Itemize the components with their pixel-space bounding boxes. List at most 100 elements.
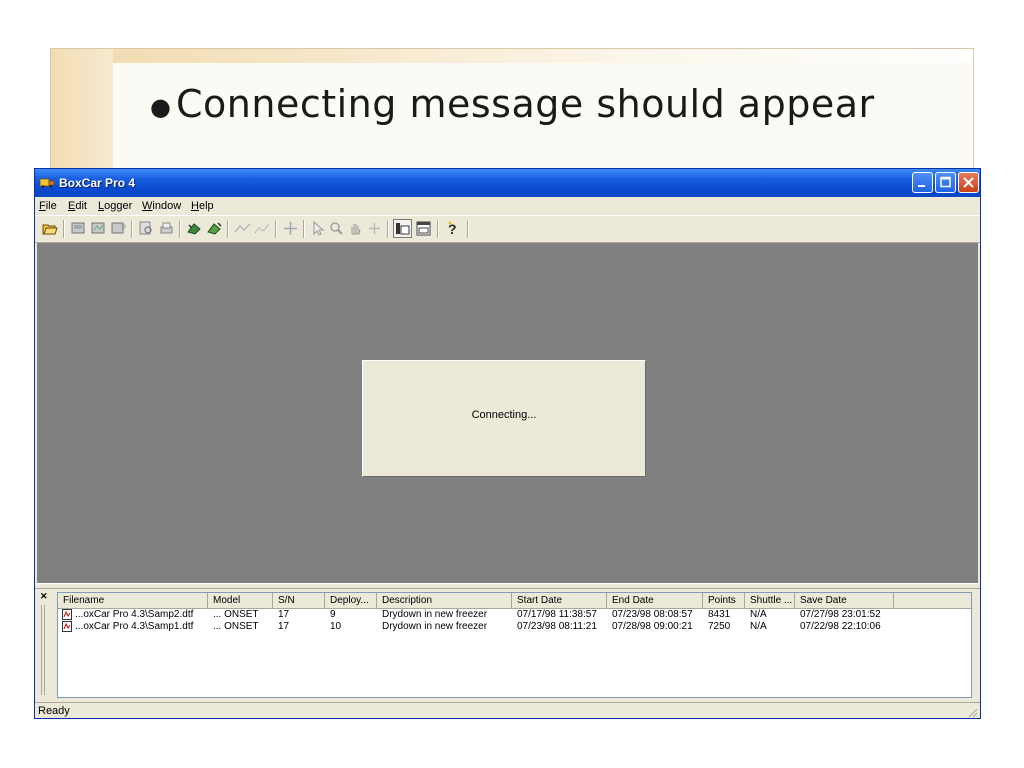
logger-readout-button[interactable] [89,219,108,238]
toolbar-separator [467,220,469,238]
toolbar-separator [227,220,229,238]
cell-shuttle: N/A [750,609,767,620]
slide-top-band [113,49,973,63]
menu-help[interactable]: Help [191,200,214,212]
table-row[interactable]: ...oxCar Pro 4.3\Samp1.dtf ... ONSET 17 … [58,621,971,633]
menu-file-label: ile [45,200,57,212]
resize-grip-icon[interactable] [966,706,978,718]
table-row[interactable]: ...oxCar Pro 4.3\Samp2.dtf ... ONSET 17 … [58,609,971,621]
tile-button[interactable] [414,219,433,238]
readout-icon [207,222,222,235]
maximize-button[interactable] [935,172,956,193]
connecting-dialog: Connecting... [362,360,646,477]
readout-button[interactable] [205,219,224,238]
menu-window[interactable]: Window [142,200,181,212]
line-plot-button[interactable] [233,219,252,238]
column-header-end-date[interactable]: End Date [607,593,703,608]
column-header-description[interactable]: Description [377,593,512,608]
print-preview-button[interactable] [137,219,156,238]
slide-left-band [51,49,113,179]
grip-line [44,605,45,695]
minimize-button[interactable] [912,172,933,193]
print-icon [160,222,173,234]
add-button[interactable] [365,219,384,238]
connecting-message: Connecting... [471,409,537,421]
toolbar-separator [179,220,181,238]
logger-icon [71,222,85,234]
scatter-plot-button[interactable] [253,219,272,238]
toolbar: ? ? [35,215,980,243]
print-button[interactable] [157,219,176,238]
menu-edit-label: dit [75,200,87,212]
menu-help-label: elp [198,200,214,212]
help-icon: ? [448,221,457,237]
cell-sn: 17 [278,609,290,620]
title-bar[interactable]: BoxCar Pro 4 [35,169,980,197]
column-header-shuttle[interactable]: Shuttle ... [745,593,795,608]
close-button[interactable] [958,172,979,193]
logger-status-button[interactable]: ? [109,219,128,238]
column-header-save-date[interactable]: Save Date [795,593,894,608]
column-header-deploy[interactable]: Deploy... [325,593,377,608]
open-button[interactable] [40,219,59,238]
svg-text:?: ? [121,223,126,233]
toolbar-separator [303,220,305,238]
crosshair-icon [284,222,297,235]
column-header-start-date[interactable]: Start Date [512,593,607,608]
list-header: Filename Model S/N Deploy... Description… [58,593,971,609]
bullet-dot-icon: ● [150,92,172,121]
toolbar-separator [387,220,389,238]
menu-window-accelerator: W [142,200,153,212]
details-pane-button[interactable] [393,219,412,238]
cell-start-date: 07/23/98 08:11:21 [517,621,597,632]
pane-grip: ✕ [37,589,51,701]
column-header-filename[interactable]: Filename [58,593,208,608]
pointer-icon [313,220,325,236]
cell-filename: ...oxCar Pro 4.3\Samp1.dtf [75,621,194,632]
zoom-preview-icon [139,221,152,235]
crosshair-button[interactable] [281,219,300,238]
cell-save-date: 07/22/98 22:10:06 [800,621,881,632]
close-pane-icon[interactable]: ✕ [40,591,48,602]
status-text: Ready [38,705,70,717]
grip-line [41,605,42,695]
menu-edit[interactable]: Edit [68,200,87,212]
status-bar: Ready [35,702,980,718]
cell-model: ... ONSET [213,609,259,620]
column-header-model[interactable]: Model [208,593,273,608]
scatter-icon [254,223,270,234]
menu-help-accelerator: H [191,200,199,212]
slide-bullet: ● Connecting message should appear [150,82,875,126]
minimize-icon [918,185,925,187]
cell-end-date: 07/28/98 09:00:21 [612,621,693,632]
close-icon [963,177,974,188]
cell-sn: 17 [278,621,290,632]
menu-logger[interactable]: Logger [98,200,132,212]
column-header-points[interactable]: Points [703,593,745,608]
menu-bar: File Edit Logger Window Help [35,197,980,215]
details-pane-icon [396,223,410,235]
mdi-workspace: Connecting... [37,243,978,583]
tile-icon [416,221,431,236]
menu-window-label: indow [152,200,182,212]
cell-start-date: 07/17/98 11:38:57 [517,609,597,620]
pan-icon [351,224,361,235]
toolbar-separator [437,220,439,238]
launch-button[interactable] [185,219,204,238]
toolbar-separator [131,220,133,238]
pointer-button[interactable] [308,219,327,238]
toolbar-separator [63,220,65,238]
window-title: BoxCar Pro 4 [59,176,136,190]
menu-file[interactable]: File [39,200,57,212]
pan-button[interactable] [346,219,365,238]
open-icon [42,224,58,235]
logger-button[interactable] [69,219,88,238]
column-header-sn[interactable]: S/N [273,593,325,608]
zoom-icon [330,222,343,235]
zoom-button[interactable] [327,219,346,238]
help-button[interactable]: ? [443,219,462,238]
logger-status-icon: ? [111,222,126,234]
app-window: BoxCar Pro 4 File Edit Logger Window Hel… [34,168,981,719]
cell-filename: ...oxCar Pro 4.3\Samp2.dtf [75,609,194,620]
details-pane: ✕ Filename Model S/N Deploy... Descripti… [37,589,978,701]
